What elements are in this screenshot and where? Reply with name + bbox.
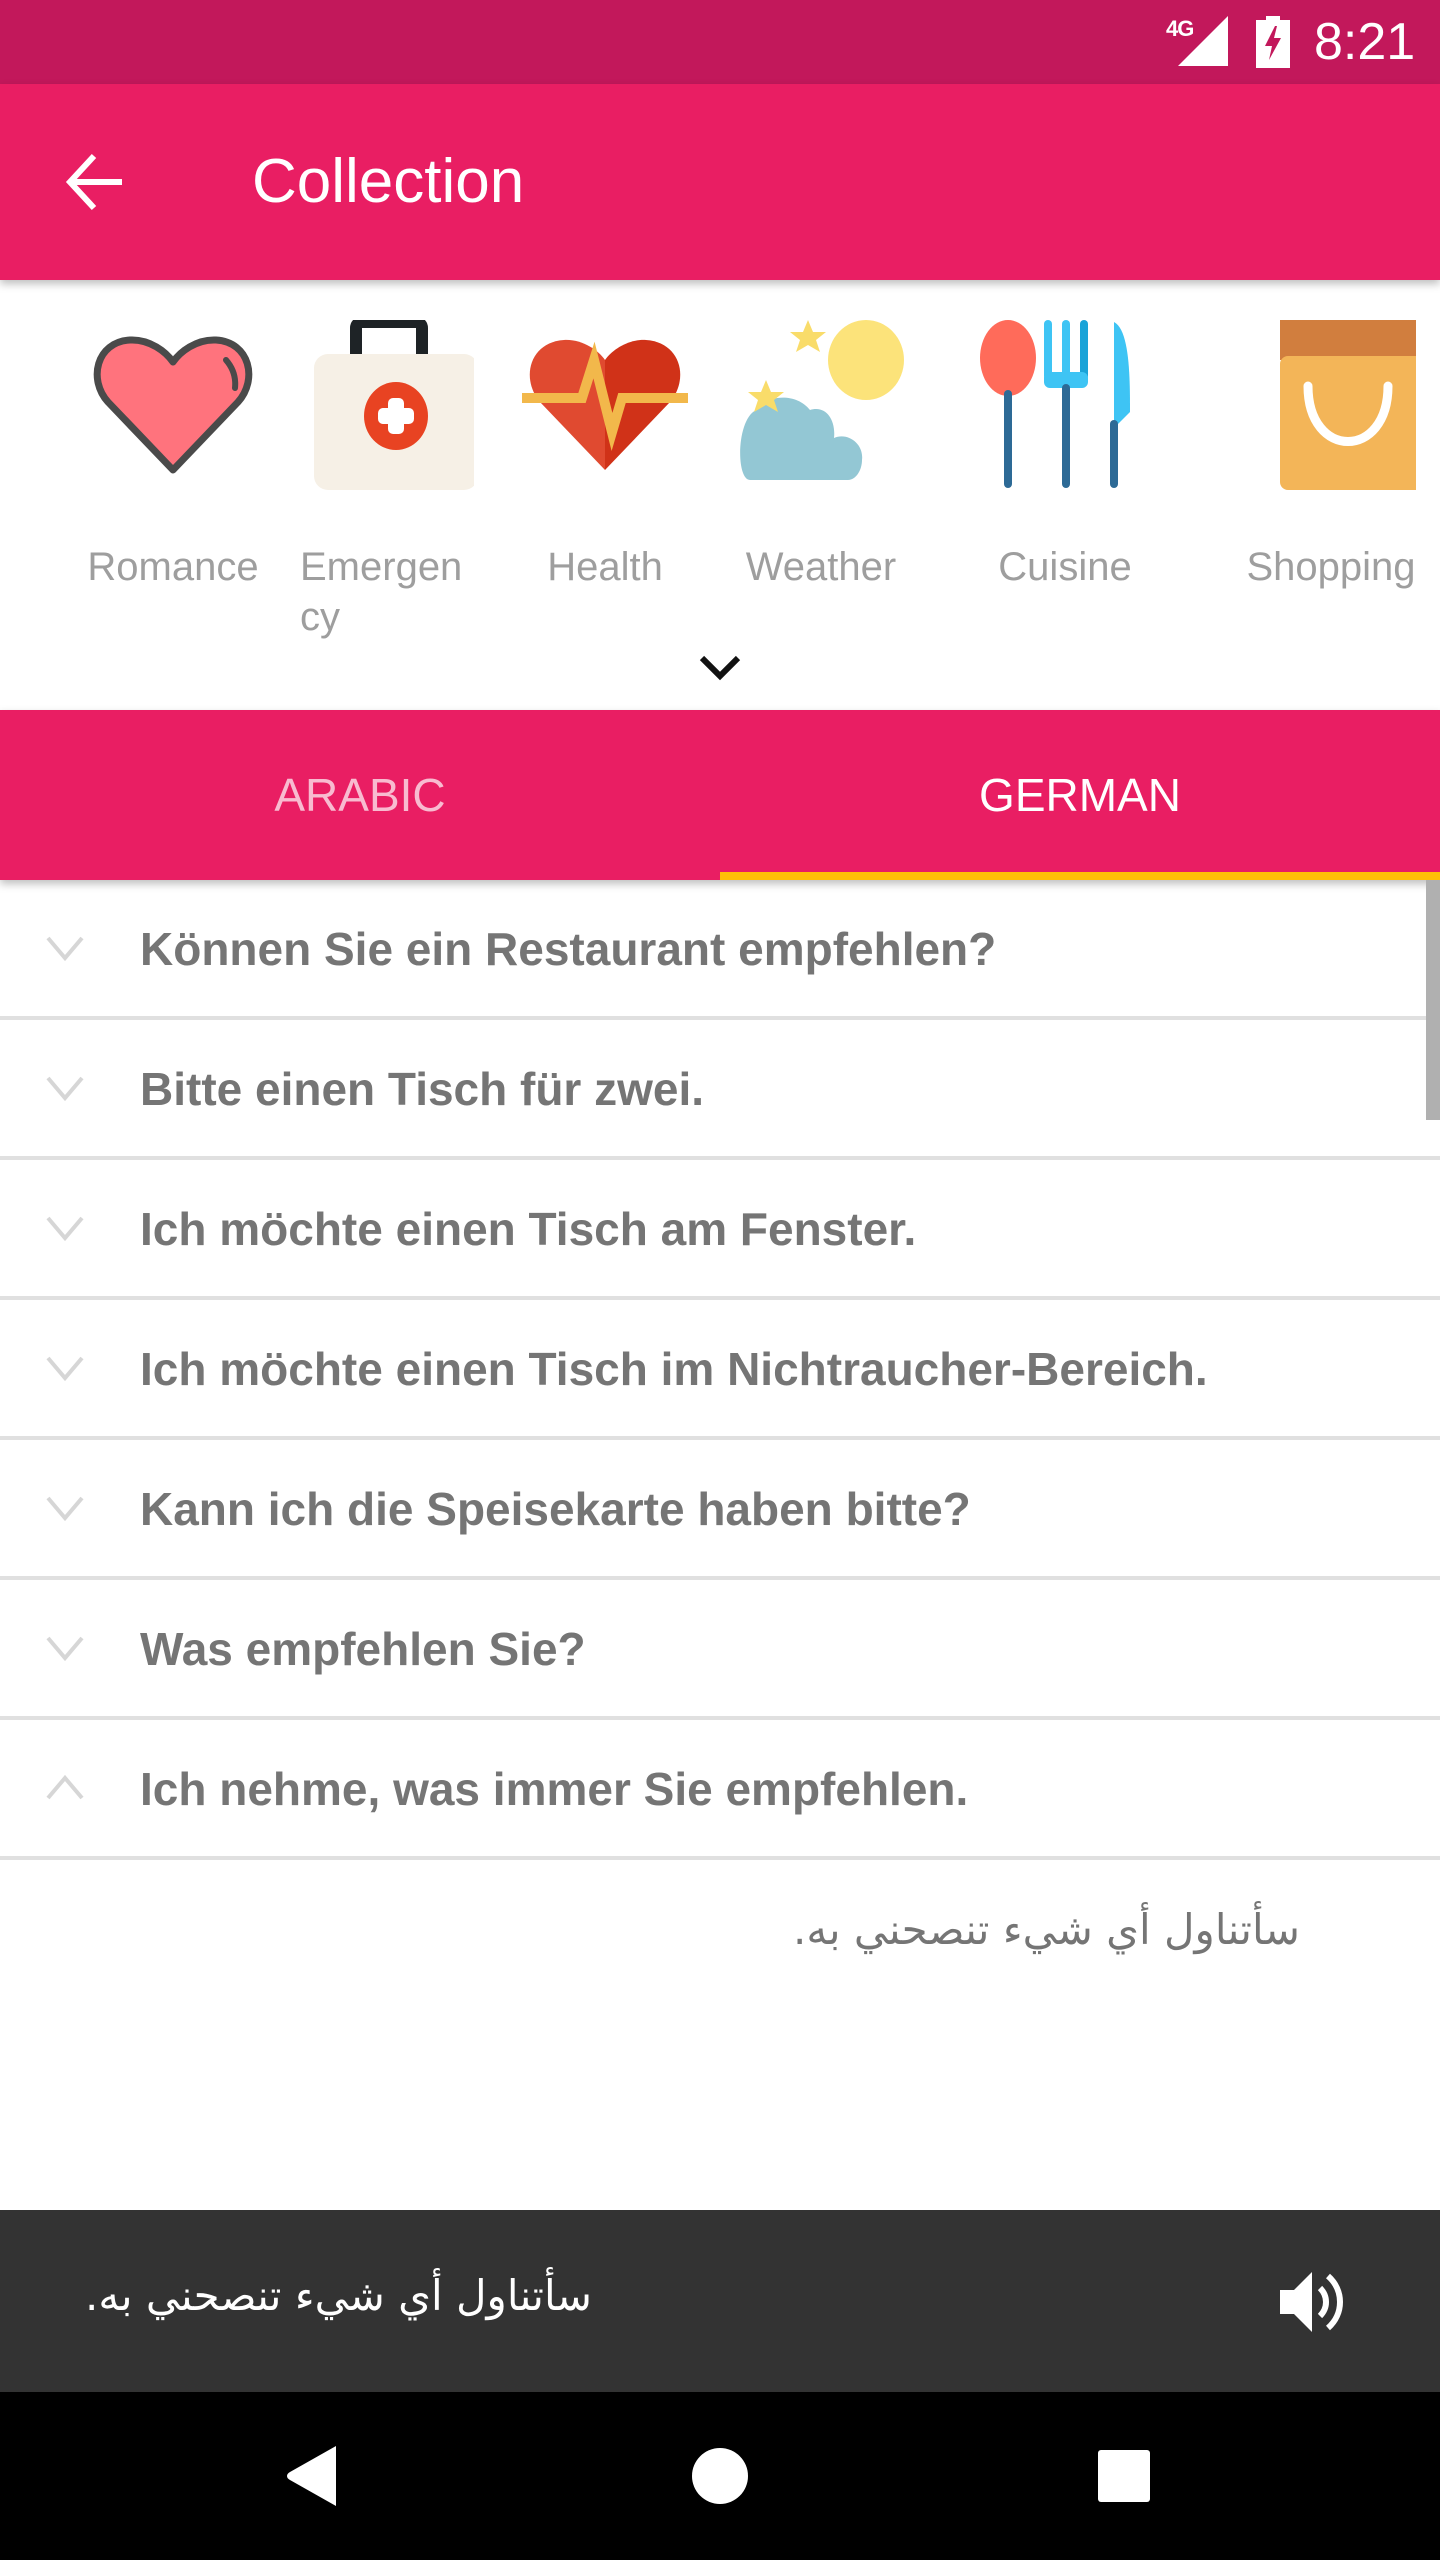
chevron-down-icon [46, 1496, 84, 1522]
tab-indicator [720, 872, 1440, 880]
category-label: Romance [87, 545, 259, 589]
home-nav-icon[interactable] [680, 2436, 760, 2516]
phrase-text: Ich nehme, was immer Sie empfehlen. [140, 1763, 969, 1815]
phrase-row[interactable]: Ich möchte einen Tisch im Nichtraucher-B… [0, 1300, 1440, 1440]
category-label: Health [547, 545, 663, 589]
category-strip: Romance Emergen cy Health Weather Cuisin… [0, 280, 1440, 710]
cutlery-icon [980, 320, 1130, 488]
chevron-down-icon [46, 1076, 84, 1102]
player-text: سأتناول أي شيء تنصحني به. [85, 2271, 592, 2320]
phrase-text: Können Sie ein Restaurant empfehlen? [140, 923, 997, 975]
cloud-moon-icon [740, 320, 904, 480]
list-scrollbar[interactable] [1426, 880, 1440, 1120]
battery-charging-icon [1256, 16, 1290, 68]
arrow-back-icon[interactable] [62, 146, 134, 218]
page-title: Collection [252, 147, 525, 216]
phrase-translation: سأتناول أي شيء تنصحني به. [793, 1905, 1300, 1954]
shopping-bag-icon [1280, 320, 1416, 490]
status-bar: 4G 8:21 [0, 0, 1440, 84]
chevron-up-icon [46, 1774, 84, 1800]
chevron-down-icon [46, 1636, 84, 1662]
chevron-down-icon [46, 936, 84, 962]
phrase-text: Was empfehlen Sie? [140, 1623, 586, 1675]
category-label: Emergen cy [300, 545, 463, 639]
phrase-translation-panel: سأتناول أي شيء تنصحني به. [0, 1860, 1440, 2210]
phrase-text: Ich möchte einen Tisch am Fenster. [140, 1203, 917, 1255]
tab-german[interactable]: GERMAN [720, 710, 1440, 880]
phrase-row-expanded[interactable]: Ich nehme, was immer Sie empfehlen. [0, 1720, 1440, 1860]
chevron-down-icon [46, 1216, 84, 1242]
recents-nav-icon[interactable] [1084, 2436, 1164, 2516]
speaker-icon[interactable] [1276, 2266, 1348, 2338]
app-toolbar: Collection [0, 84, 1440, 280]
category-label: Cuisine [998, 545, 1132, 589]
system-nav-bar [0, 2392, 1440, 2560]
phrase-row[interactable]: Was empfehlen Sie? [0, 1580, 1440, 1720]
first-aid-kit-icon [314, 320, 474, 490]
phrase-row[interactable]: Ich möchte einen Tisch am Fenster. [0, 1160, 1440, 1300]
phrase-text: Kann ich die Speisekarte haben bitte? [140, 1483, 971, 1535]
phrase-text: Bitte einen Tisch für zwei. [140, 1063, 705, 1115]
category-label: Weather [745, 545, 897, 589]
tab-arabic[interactable]: ARABIC [0, 710, 720, 880]
audio-player-bar: سأتناول أي شيء تنصحني به. [0, 2210, 1440, 2392]
chevron-down-icon[interactable] [696, 648, 744, 688]
signal-icon [1178, 16, 1228, 66]
phrase-row[interactable]: Kann ich die Speisekarte haben bitte? [0, 1440, 1440, 1580]
back-nav-icon[interactable] [276, 2436, 356, 2516]
phrase-text: Ich möchte einen Tisch im Nichtraucher-B… [140, 1343, 1208, 1395]
clock: 8:21 [1314, 13, 1416, 71]
chevron-down-icon [46, 1356, 84, 1382]
phrase-row[interactable]: Bitte einen Tisch für zwei. [0, 1020, 1440, 1160]
language-tabs: ARABIC GERMAN [0, 710, 1440, 880]
heart-icon [93, 336, 253, 474]
phrase-list: Können Sie ein Restaurant empfehlen? Bit… [0, 880, 1440, 2210]
category-label: Shopping [1246, 545, 1416, 589]
heartbeat-icon [522, 339, 688, 470]
phrase-row[interactable]: Können Sie ein Restaurant empfehlen? [0, 880, 1440, 1020]
